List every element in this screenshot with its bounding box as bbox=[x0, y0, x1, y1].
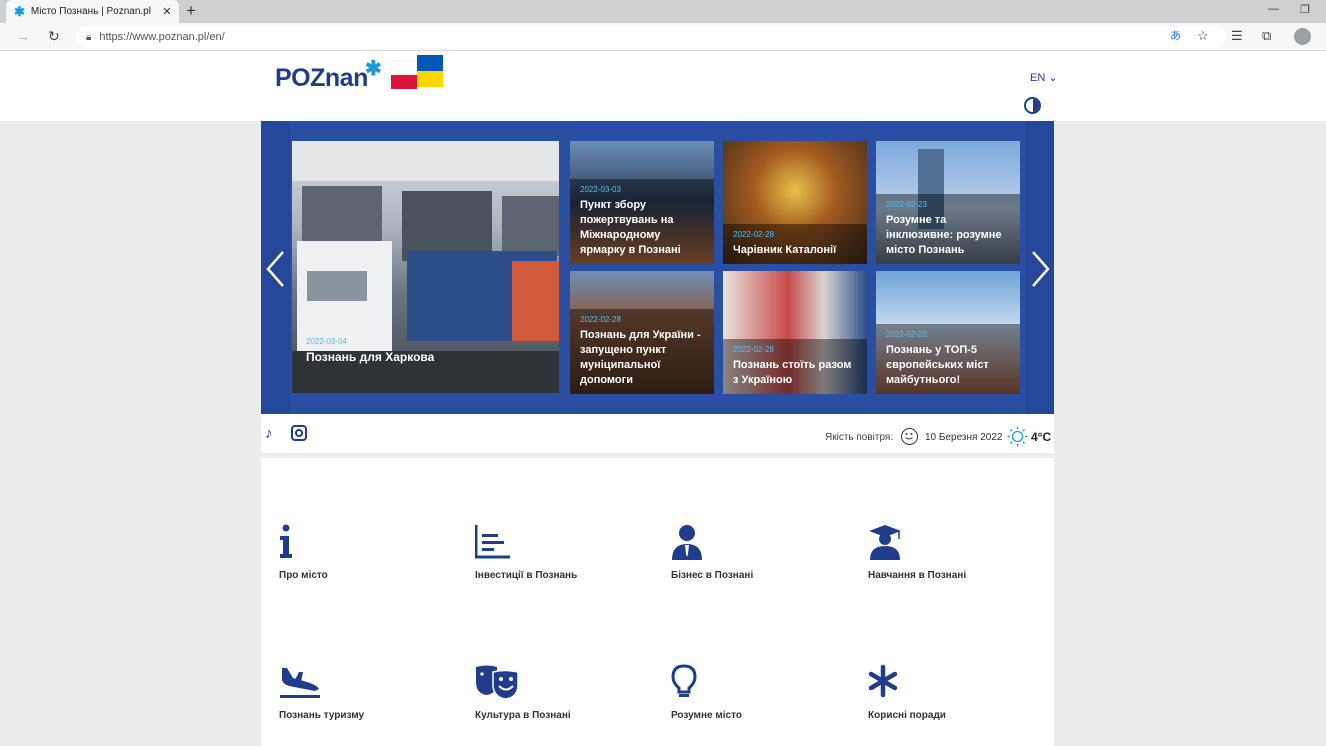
logo-text: POZnan bbox=[275, 64, 368, 92]
quicklink-label: Познань туризму bbox=[279, 710, 365, 721]
news-title: Пункт збору пожертвувань на Міжнародному… bbox=[580, 199, 681, 256]
language-selector[interactable]: EN ⌄ bbox=[1030, 71, 1058, 84]
news-caption: 2022-02-28 Чарівник Каталонії bbox=[723, 224, 867, 264]
news-caption: 2022-03-03 Пункт збору пожертвувань на М… bbox=[570, 179, 714, 264]
asterisk-icon bbox=[868, 664, 1048, 704]
back-arrow-icon[interactable]: → bbox=[16, 28, 30, 44]
tab-title: Місто Познань | Poznan.pl bbox=[30, 6, 151, 17]
quicklink-label: Інвестиції в Познань bbox=[475, 570, 578, 581]
site-favicon-icon: ✱ bbox=[14, 4, 25, 19]
refresh-icon[interactable]: ↻ bbox=[48, 28, 60, 44]
news-caption: 2022-02-22 Познань у ТОП-5 європейських … bbox=[876, 324, 1020, 394]
slider-next-arrow-icon[interactable] bbox=[1029, 249, 1051, 289]
news-date: 2022-03-03 bbox=[580, 185, 621, 194]
contrast-toggle-icon[interactable] bbox=[1024, 97, 1041, 114]
news-slider: 2022-03-04 Познань для Харкова 2022-03-0… bbox=[261, 121, 1054, 414]
quicklink-about-city[interactable]: Про місто bbox=[279, 524, 459, 581]
quicklink-investments[interactable]: Інвестиції в Познань bbox=[474, 524, 655, 581]
browser-tab[interactable]: ✱ Місто Познань | Poznan.pl ✕ bbox=[6, 0, 179, 23]
news-card[interactable]: 2022-02-23 Розумне та інклюзивне: розумн… bbox=[876, 141, 1020, 264]
air-quality-label: Якість повітря: bbox=[825, 432, 894, 443]
quicklink-label: Розумне місто bbox=[671, 710, 742, 721]
chevron-down-icon: ⌄ bbox=[1048, 72, 1058, 84]
language-label: EN bbox=[1030, 72, 1046, 84]
quicklink-culture[interactable]: Культура в Познані bbox=[475, 664, 655, 721]
favorites-list-icon[interactable]: ☰ bbox=[1231, 28, 1243, 44]
collections-icon[interactable]: ⧉ bbox=[1262, 28, 1271, 44]
businessman-icon bbox=[671, 524, 851, 564]
site-header: POZnan ✱ EN ⌄ bbox=[0, 51, 1326, 121]
logo-asterisk-icon: ✱ bbox=[365, 58, 382, 80]
chart-icon bbox=[474, 524, 655, 564]
news-card[interactable]: 2022-02-28 Чарівник Каталонії bbox=[723, 141, 867, 264]
news-title: Познань стоїть разом з Україною bbox=[733, 359, 852, 386]
close-tab-icon[interactable]: ✕ bbox=[159, 5, 175, 18]
lock-icon: 🔒︎ bbox=[86, 31, 92, 43]
news-card[interactable]: 2022-02-28 Познань для України - запущен… bbox=[570, 271, 714, 394]
minimize-window-icon[interactable]: — bbox=[1268, 3, 1279, 15]
news-date: 2022-02-28 bbox=[733, 345, 774, 354]
quicklink-label: Бізнес в Познані bbox=[671, 570, 754, 581]
graduate-icon bbox=[868, 524, 1048, 564]
temperature-value: 4°C bbox=[1031, 430, 1052, 444]
quicklink-useful-tips[interactable]: Корисні поради bbox=[868, 664, 1048, 721]
news-title: Познань у ТОП-5 європейських міст майбут… bbox=[886, 344, 989, 386]
poznan-logo[interactable]: POZnan ✱ bbox=[275, 58, 382, 93]
browser-tab-bar: ✱ Місто Познань | Poznan.pl ✕ + — ❐ bbox=[0, 0, 1326, 23]
airplane-icon bbox=[279, 664, 459, 704]
instagram-icon[interactable] bbox=[291, 425, 307, 441]
sun-weather-icon bbox=[1007, 426, 1028, 447]
translate-icon[interactable]: あ bbox=[1170, 28, 1181, 44]
news-date: 2022-02-22 bbox=[886, 330, 927, 339]
news-date: 2022-02-28 bbox=[580, 315, 621, 324]
browser-address-bar: → ↻ 🔒︎ https://www.poznan.pl/en/ あ ☆ ☰ ⧉ bbox=[0, 23, 1326, 51]
featured-caption: 2022-03-04 Познань для Харкова bbox=[292, 337, 559, 393]
quicklink-smart-city[interactable]: Розумне місто bbox=[671, 664, 851, 721]
poland-ukraine-flag-icon bbox=[391, 55, 443, 89]
favorite-star-icon[interactable]: ☆ bbox=[1197, 28, 1209, 44]
quicklink-label: Корисні поради bbox=[868, 710, 946, 721]
current-date: 10 Березня 2022 bbox=[925, 432, 1003, 443]
quicklink-education[interactable]: Навчання в Познані bbox=[868, 524, 1048, 581]
news-date: 2022-03-04 bbox=[306, 337, 347, 346]
quicklink-label: Навчання в Познані bbox=[868, 570, 967, 581]
news-card[interactable]: 2022-02-22 Познань у ТОП-5 європейських … bbox=[876, 271, 1020, 394]
theatre-masks-icon bbox=[475, 664, 655, 704]
quicklink-business[interactable]: Бізнес в Познані bbox=[671, 524, 851, 581]
news-title: Розумне та інклюзивне: розумне місто Поз… bbox=[886, 214, 1002, 256]
quicklink-label: Культура в Познані bbox=[475, 710, 571, 721]
news-caption: 2022-02-28 Познань стоїть разом з Україн… bbox=[723, 339, 867, 394]
news-title: Познань для Харкова bbox=[306, 350, 435, 364]
url-field[interactable]: 🔒︎ https://www.poznan.pl/en/ bbox=[76, 26, 1226, 48]
featured-news-card[interactable]: 2022-03-04 Познань для Харкова bbox=[292, 141, 559, 393]
news-card[interactable]: 2022-03-03 Пункт збору пожертвувань на М… bbox=[570, 141, 714, 264]
news-title: Чарівник Каталонії bbox=[733, 244, 837, 256]
news-caption: 2022-02-23 Розумне та інклюзивне: розумн… bbox=[876, 194, 1020, 264]
quick-links-section: Про місто Інвестиції в Познань Бізнес в … bbox=[261, 458, 1054, 746]
url-text: https://www.poznan.pl/en/ bbox=[99, 31, 225, 43]
new-tab-button[interactable]: + bbox=[182, 2, 200, 20]
news-title: Познань для України - запущено пункт мун… bbox=[580, 329, 701, 386]
tiktok-icon[interactable]: ♪ bbox=[265, 426, 273, 441]
restore-window-icon[interactable]: ❐ bbox=[1300, 3, 1310, 16]
smiley-face-icon bbox=[901, 428, 918, 445]
quicklink-label: Про місто bbox=[279, 570, 328, 581]
info-strip: ♪ Якість повітря: 10 Березня 2022 4°C bbox=[261, 414, 1054, 453]
quicklink-tourism[interactable]: Познань туризму bbox=[279, 664, 459, 721]
profile-avatar[interactable] bbox=[1294, 28, 1311, 45]
info-icon bbox=[279, 524, 459, 564]
news-card[interactable]: 2022-02-28 Познань стоїть разом з Україн… bbox=[723, 271, 867, 394]
news-date: 2022-02-23 bbox=[886, 200, 927, 209]
news-date: 2022-02-28 bbox=[733, 230, 774, 239]
news-caption: 2022-02-28 Познань для України - запущен… bbox=[570, 309, 714, 394]
lightbulb-icon bbox=[671, 664, 851, 704]
slider-prev-arrow-icon[interactable] bbox=[265, 249, 287, 289]
